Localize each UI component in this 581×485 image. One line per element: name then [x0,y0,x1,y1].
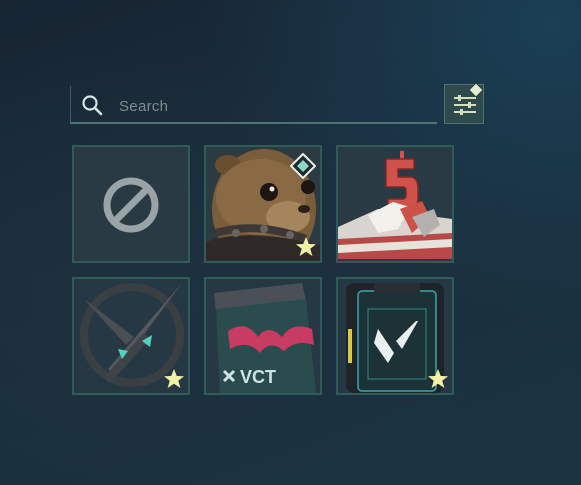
diamond-badge-icon [290,153,316,179]
item-tile-knife-emblem[interactable] [72,277,190,395]
search-bar[interactable] [70,86,437,124]
prohibited-icon [74,147,188,261]
cake-5-icon [338,147,452,261]
search-icon [81,94,103,116]
diamond-badge-icon [469,83,483,97]
item-tile-valorant-card[interactable] [336,277,454,395]
item-tile-birthday-cake[interactable] [336,145,454,263]
search-input[interactable] [117,94,421,118]
vct-cup-icon: VCT [206,279,320,393]
favorite-star-icon[interactable] [163,368,185,390]
item-tile-vct-cup[interactable]: VCT [204,277,322,395]
svg-text:VCT: VCT [240,367,276,387]
item-tile-none[interactable] [72,145,190,263]
sliders-icon [454,95,476,115]
favorite-star-icon[interactable] [427,368,449,390]
item-tile-otter[interactable] [204,145,322,263]
favorite-star-icon[interactable] [295,236,317,258]
